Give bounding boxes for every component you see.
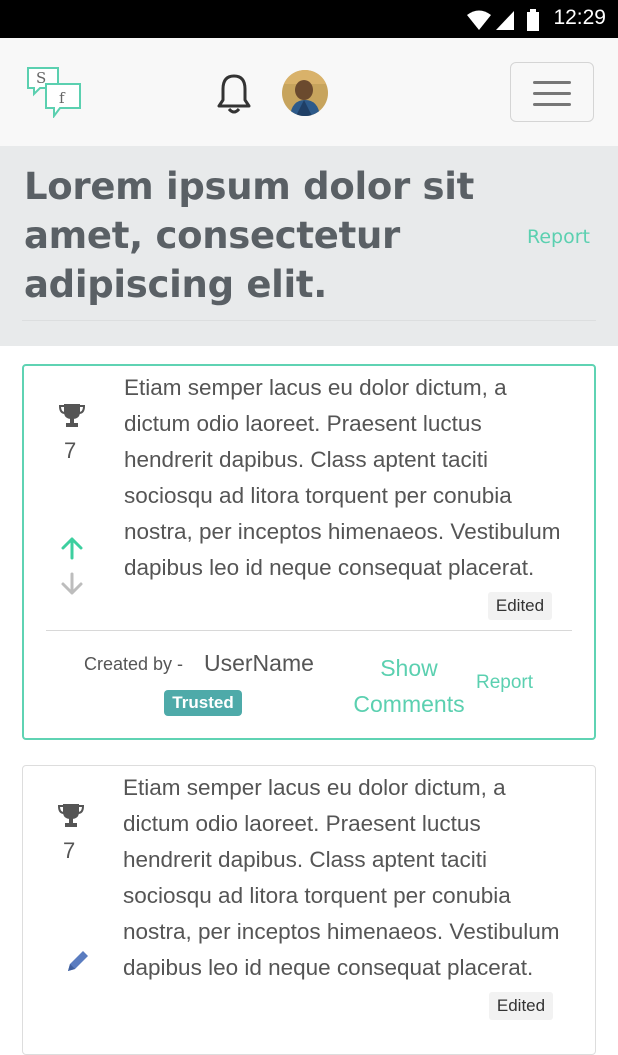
page-title: Lorem ipsum dolor sit amet, consectetur … — [24, 165, 474, 306]
divider — [22, 320, 596, 321]
edited-badge: Edited — [488, 592, 552, 620]
trophy-icon — [57, 804, 85, 827]
show-comments-link[interactable]: Show Comments — [344, 650, 474, 722]
navbar: S f — [0, 38, 618, 146]
answer-text: Etiam semper lacus eu dolor dictum, a di… — [124, 375, 561, 580]
upvote-arrow-icon[interactable] — [60, 536, 84, 560]
avatar[interactable] — [282, 70, 328, 116]
score: 7 — [63, 838, 76, 863]
edited-badge: Edited — [489, 992, 553, 1020]
username[interactable]: UserName — [204, 650, 314, 677]
answer-card: 7 Etiam semper lacus eu dolor dictum, a … — [22, 364, 596, 740]
status-bar: 12:29 — [0, 0, 618, 38]
post-header: Lorem ipsum dolor sit amet, consectetur … — [0, 146, 618, 346]
answer-text: Etiam semper lacus eu dolor dictum, a di… — [123, 775, 560, 980]
wifi-icon — [467, 10, 491, 30]
clock: 12:29 — [553, 6, 606, 29]
created-by-label: Created by - — [84, 654, 184, 674]
trophy-icon — [58, 404, 86, 427]
pencil-icon[interactable] — [65, 948, 91, 974]
battery-icon — [527, 9, 539, 31]
answer-card: 7 Etiam semper lacus eu dolor dictum, a … — [22, 765, 596, 1055]
hamburger-menu-button[interactable] — [510, 62, 594, 122]
signal-icon — [496, 11, 514, 30]
hamburger-icon — [533, 81, 571, 84]
report-link[interactable]: Report — [476, 672, 533, 694]
downvote-arrow-icon[interactable] — [60, 572, 84, 596]
divider — [46, 630, 572, 631]
score: 7 — [64, 438, 77, 463]
logo-icon[interactable]: S f — [26, 66, 82, 118]
bell-icon[interactable] — [214, 72, 254, 116]
svg-text:S: S — [36, 69, 46, 87]
trusted-badge: Trusted — [164, 690, 242, 716]
report-link[interactable]: Report — [527, 226, 590, 248]
